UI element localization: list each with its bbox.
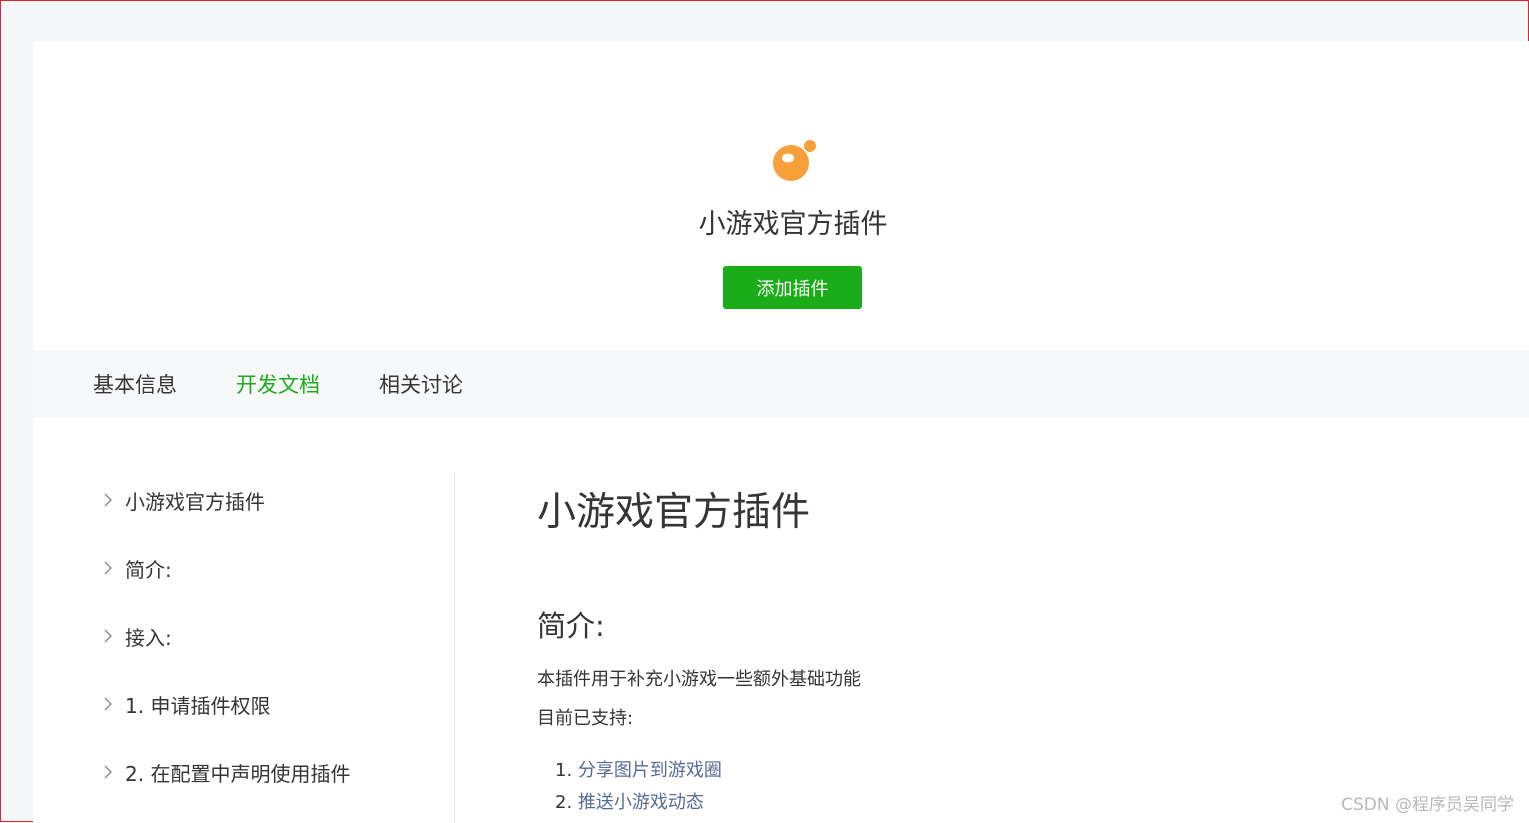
- doc-toc-sidebar: 小游戏官方插件 简介: 接入: 1. 申请插件权限 2. 在配置中声明使用插件: [33, 473, 455, 823]
- toc-item-label: 小游戏官方插件: [125, 489, 265, 514]
- list-number: 1.: [555, 760, 573, 781]
- chevron-right-icon: [104, 765, 112, 779]
- tab-dev-docs[interactable]: 开发文档: [236, 369, 320, 399]
- toc-item-access[interactable]: 接入:: [99, 621, 172, 651]
- toc-item-label: 1. 申请插件权限: [125, 693, 271, 718]
- watermark: CSDN @程序员吴同学: [1341, 795, 1514, 815]
- chevron-right-icon: [104, 697, 112, 711]
- toc-item-label: 2. 在配置中声明使用插件: [125, 761, 351, 786]
- chevron-right-icon: [104, 629, 112, 643]
- feature-link-share-image[interactable]: 分享图片到游戏圈: [578, 760, 722, 781]
- chevron-right-icon: [104, 493, 112, 507]
- doc-content: 小游戏官方插件 简介: 本插件用于补充小游戏一些额外基础功能 目前已支持: 1.…: [537, 473, 1517, 823]
- toc-item-label: 接入:: [125, 625, 172, 650]
- tab-discussions[interactable]: 相关讨论: [379, 369, 463, 399]
- toc-item-declare-config[interactable]: 2. 在配置中声明使用插件: [99, 757, 350, 787]
- plugin-header: 小游戏官方插件 添加插件: [33, 41, 1529, 351]
- intro-paragraph: 本插件用于补充小游戏一些额外基础功能: [537, 669, 861, 690]
- toc-item-apply-permission[interactable]: 1. 申请插件权限: [99, 689, 270, 719]
- plugin-name: 小游戏官方插件: [698, 209, 888, 240]
- chevron-right-icon: [104, 561, 112, 575]
- supported-label: 目前已支持:: [537, 708, 634, 729]
- toc-item-intro[interactable]: 简介:: [99, 553, 172, 583]
- doc-title: 小游戏官方插件: [537, 490, 811, 535]
- section-title-intro: 简介:: [537, 609, 605, 643]
- list-item: 2. 推送小游戏动态: [555, 788, 704, 814]
- plugin-detail-card: 小游戏官方插件 添加插件 基本信息 开发文档 相关讨论 小游戏官方插件 简介: …: [33, 41, 1529, 823]
- feature-link-push-updates[interactable]: 推送小游戏动态: [578, 792, 704, 813]
- tab-bar: 基本信息 开发文档 相关讨论: [33, 350, 1529, 417]
- tab-basic-info[interactable]: 基本信息: [93, 369, 177, 399]
- toc-item-plugin[interactable]: 小游戏官方插件: [99, 485, 265, 515]
- list-item: 1. 分享图片到游戏圈: [555, 756, 722, 782]
- plugin-logo-icon: [773, 140, 816, 181]
- toc-item-label: 简介:: [125, 557, 172, 582]
- add-plugin-button[interactable]: 添加插件: [723, 266, 862, 309]
- list-number: 2.: [555, 792, 573, 813]
